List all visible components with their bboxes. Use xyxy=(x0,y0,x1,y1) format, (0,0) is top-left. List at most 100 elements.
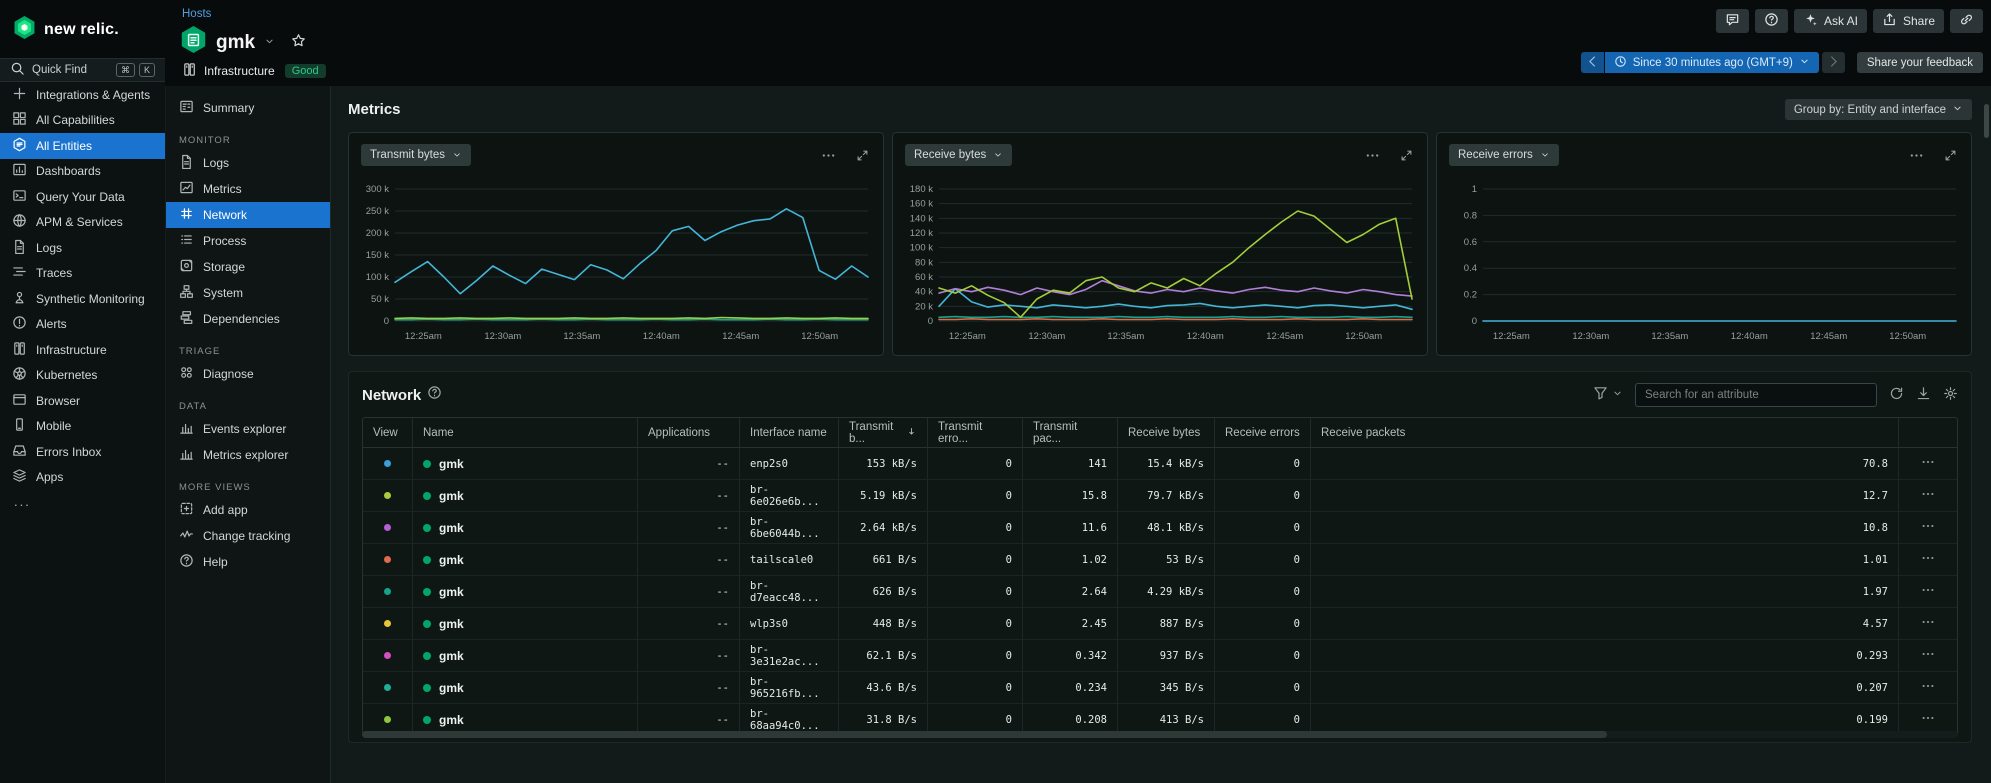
view-toggle-cell[interactable] xyxy=(363,672,413,704)
subnav-item-add-app[interactable]: Add app xyxy=(166,497,330,523)
download-button[interactable] xyxy=(1916,386,1931,404)
view-toggle-cell[interactable] xyxy=(363,512,413,544)
table-row[interactable]: gmk--br-d7eacc48...626 B/s02.644.29 kB/s… xyxy=(363,576,1957,608)
column-header-name[interactable]: Name xyxy=(413,418,638,448)
row-actions-button[interactable] xyxy=(1921,583,1935,600)
view-toggle-cell[interactable] xyxy=(363,640,413,672)
table-row[interactable]: gmk--br-6e026e6b...5.19 kB/s015.879.7 kB… xyxy=(363,480,1957,512)
entity-name-cell[interactable]: gmk xyxy=(413,672,638,704)
chart-options-button[interactable] xyxy=(1909,148,1924,166)
table-row[interactable]: gmk--wlp3s0448 B/s02.45887 B/s04.57 xyxy=(363,608,1957,640)
sidebar-item-errors-inbox[interactable]: Errors Inbox xyxy=(0,439,165,465)
time-forward-button[interactable] xyxy=(1822,52,1845,73)
row-actions-button[interactable] xyxy=(1921,615,1935,632)
row-actions-button[interactable] xyxy=(1921,519,1935,536)
subnav-item-events-explorer[interactable]: Events explorer xyxy=(166,416,330,442)
row-actions-button[interactable] xyxy=(1921,551,1935,568)
column-header-view[interactable]: View xyxy=(363,418,413,448)
column-header-interface-name[interactable]: Interface name xyxy=(740,418,839,448)
permalink-button[interactable] xyxy=(1950,9,1983,33)
help-button[interactable] xyxy=(1755,9,1788,33)
sidebar-item-query-your-data[interactable]: Query Your Data xyxy=(0,184,165,210)
sidebar-item-traces[interactable]: Traces xyxy=(0,261,165,287)
view-toggle-cell[interactable] xyxy=(363,608,413,640)
view-toggle-cell[interactable] xyxy=(363,576,413,608)
entity-name-cell[interactable]: gmk xyxy=(413,576,638,608)
subnav-item-dependencies[interactable]: Dependencies xyxy=(166,306,330,332)
chart-expand-button[interactable] xyxy=(1400,148,1413,166)
group-by-dropdown[interactable]: Group by: Entity and interface xyxy=(1785,99,1972,120)
subnav-item-storage[interactable]: Storage xyxy=(166,254,330,280)
subnav-item-system[interactable]: System xyxy=(166,280,330,306)
vertical-scrollbar[interactable] xyxy=(1984,104,1989,138)
row-actions-button[interactable] xyxy=(1921,679,1935,696)
table-settings-button[interactable] xyxy=(1943,386,1958,404)
metric-selector-dropdown[interactable]: Transmit bytes xyxy=(361,144,471,166)
favorite-star-icon[interactable] xyxy=(291,33,306,53)
subnav-item-metrics-explorer[interactable]: Metrics explorer xyxy=(166,442,330,468)
entity-name-cell[interactable]: gmk xyxy=(413,480,638,512)
metric-selector-dropdown[interactable]: Receive errors xyxy=(1449,144,1559,166)
sidebar-item-all-entities[interactable]: All Entities xyxy=(0,133,165,159)
time-picker[interactable]: Since 30 minutes ago (GMT+9) xyxy=(1605,52,1819,73)
sidebar-item-kubernetes[interactable]: Kubernetes xyxy=(0,363,165,389)
chart-options-button[interactable] xyxy=(1365,148,1380,166)
attribute-search-input[interactable] xyxy=(1635,383,1877,407)
refresh-button[interactable] xyxy=(1889,386,1904,404)
network-help-icon[interactable] xyxy=(427,385,442,405)
entity-name-cell[interactable]: gmk xyxy=(413,640,638,672)
subnav-item-diagnose[interactable]: Diagnose xyxy=(166,361,330,387)
sidebar-item-mobile[interactable]: Mobile xyxy=(0,414,165,440)
subnav-item-help[interactable]: Help xyxy=(166,549,330,575)
column-header-transmit-b-[interactable]: Transmit b... xyxy=(839,418,928,448)
view-toggle-cell[interactable] xyxy=(363,480,413,512)
subnav-item-change-tracking[interactable]: Change tracking xyxy=(166,523,330,549)
sidebar-item-integrations-agents[interactable]: Integrations & Agents xyxy=(0,82,165,108)
entity-name-cell[interactable]: gmk xyxy=(413,448,638,480)
column-header-applications[interactable]: Applications xyxy=(638,418,740,448)
metric-selector-dropdown[interactable]: Receive bytes xyxy=(905,144,1012,166)
table-row[interactable]: gmk--br-965216fb...43.6 B/s00.234345 B/s… xyxy=(363,672,1957,704)
newrelic-logo[interactable]: new relic. xyxy=(0,0,165,58)
share-button[interactable]: Share xyxy=(1873,9,1944,33)
sidebar-item-apm-services[interactable]: APM & Services xyxy=(0,210,165,236)
chart-options-button[interactable] xyxy=(821,148,836,166)
row-actions-button[interactable] xyxy=(1921,647,1935,664)
column-header-transmit-pac-[interactable]: Transmit pac... xyxy=(1023,418,1118,448)
time-back-button[interactable] xyxy=(1581,52,1604,73)
breadcrumb[interactable]: Hosts xyxy=(182,8,211,20)
table-row[interactable]: gmk--br-3e31e2ac...62.1 B/s00.342937 B/s… xyxy=(363,640,1957,672)
sidebar-item-dashboards[interactable]: Dashboards xyxy=(0,159,165,185)
filter-button[interactable] xyxy=(1593,385,1623,405)
table-row[interactable]: gmk--tailscale0661 B/s01.0253 B/s01.01 xyxy=(363,544,1957,576)
row-actions-button[interactable] xyxy=(1921,487,1935,504)
subnav-item-summary[interactable]: Summary xyxy=(166,95,330,121)
subnav-item-process[interactable]: Process xyxy=(166,228,330,254)
sidebar-item-apps[interactable]: Apps xyxy=(0,465,165,491)
sidebar-item-browser[interactable]: Browser xyxy=(0,388,165,414)
entity-name-cell[interactable]: gmk xyxy=(413,544,638,576)
sidebar-item-alerts[interactable]: Alerts xyxy=(0,312,165,338)
view-toggle-cell[interactable] xyxy=(363,448,413,480)
horizontal-scrollbar[interactable] xyxy=(362,731,1958,738)
entity-name-cell[interactable]: gmk xyxy=(413,608,638,640)
sidebar-item-logs[interactable]: Logs xyxy=(0,235,165,261)
subnav-item-network[interactable]: Network xyxy=(166,202,330,228)
table-row[interactable]: gmk--br-6be6044b...2.64 kB/s011.648.1 kB… xyxy=(363,512,1957,544)
quick-find[interactable]: Quick Find ⌘ K xyxy=(0,58,165,82)
row-actions-button[interactable] xyxy=(1921,455,1935,472)
sidebar-item-infrastructure[interactable]: Infrastructure xyxy=(0,337,165,363)
row-actions-button[interactable] xyxy=(1921,711,1935,728)
tab-infrastructure[interactable]: Infrastructure Good xyxy=(182,62,326,80)
sidebar-more[interactable]: ... xyxy=(0,490,165,513)
subnav-item-metrics[interactable]: Metrics xyxy=(166,176,330,202)
sidebar-item-synthetic-monitoring[interactable]: Synthetic Monitoring xyxy=(0,286,165,312)
column-header-receive-errors[interactable]: Receive errors xyxy=(1215,418,1311,448)
entity-name-cell[interactable]: gmk xyxy=(413,512,638,544)
column-header-receive-bytes[interactable]: Receive bytes xyxy=(1118,418,1215,448)
view-toggle-cell[interactable] xyxy=(363,544,413,576)
chart-expand-button[interactable] xyxy=(1944,148,1957,166)
chart-expand-button[interactable] xyxy=(856,148,869,166)
table-row[interactable]: gmk--enp2s0153 kB/s014115.4 kB/s070.8 xyxy=(363,448,1957,480)
feedback-comment-button[interactable] xyxy=(1716,9,1749,33)
